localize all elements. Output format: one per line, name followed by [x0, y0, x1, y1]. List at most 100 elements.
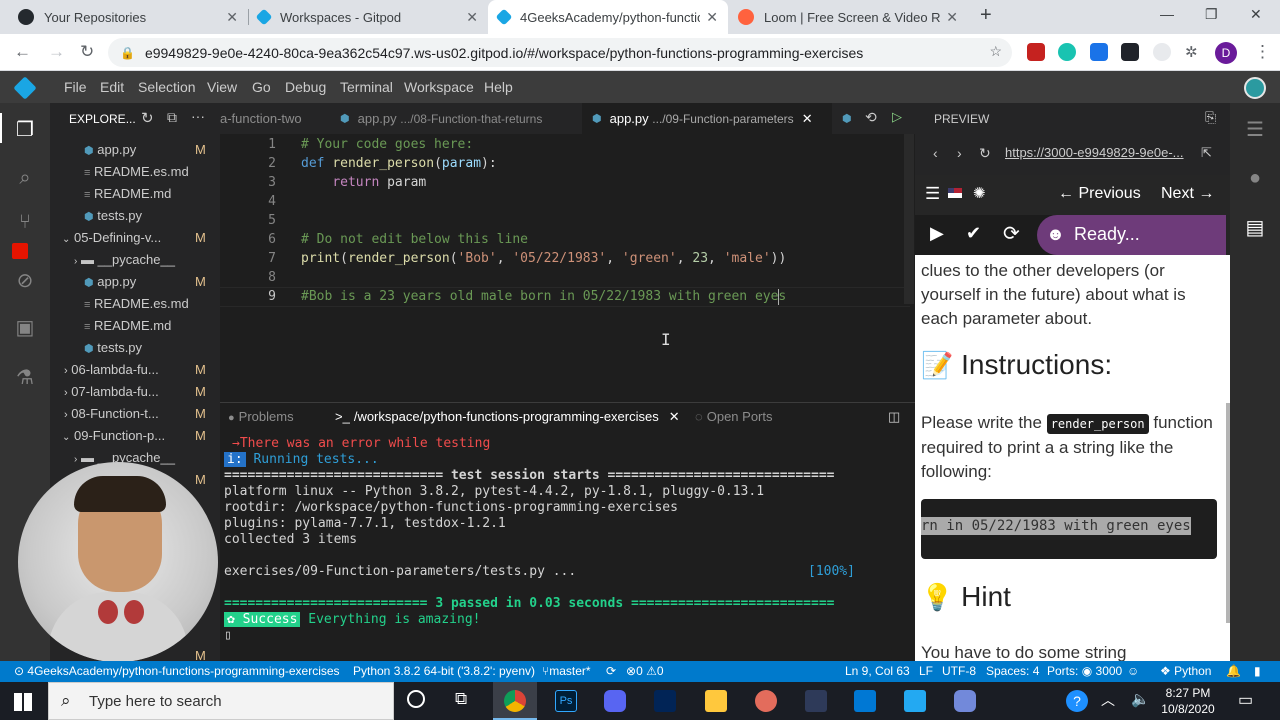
broadcast-icon[interactable]: ▮: [1254, 664, 1261, 678]
open-preview-icon[interactable]: ⎘: [1205, 109, 1216, 126]
python-interpreter-status[interactable]: Python 3.8.2 64-bit ('3.8.2': pyenv): [353, 664, 535, 678]
forward-icon[interactable]: →: [48, 42, 65, 62]
taskbar-search-box[interactable]: ⌕ Type here to search: [48, 682, 394, 720]
minimize-button[interactable]: —: [1160, 6, 1174, 22]
browser-tab-loom[interactable]: Loom | Free Screen & Video Rec ✕: [728, 0, 968, 34]
record-icon[interactable]: [12, 243, 28, 259]
ublock-extension-icon[interactable]: [1027, 43, 1045, 61]
open-changes-icon[interactable]: ⟲: [865, 109, 877, 126]
menu-selection[interactable]: Selection: [138, 79, 196, 95]
menu-debug[interactable]: Debug: [285, 79, 326, 95]
more-actions-icon[interactable]: ···: [191, 108, 205, 124]
menu-terminal[interactable]: Terminal: [340, 79, 393, 95]
menu-go[interactable]: Go: [252, 79, 271, 95]
language-status[interactable]: ❖ Python: [1160, 664, 1211, 678]
panel-tab-terminal[interactable]: >_/workspace/python-functions-programmin…: [335, 409, 680, 425]
collapse-all-icon[interactable]: ⧉: [167, 109, 177, 126]
play-icon[interactable]: ▶: [930, 223, 944, 244]
user-avatar[interactable]: [1244, 77, 1266, 99]
editor-tab[interactable]: ⬢: [836, 103, 860, 134]
address-bar[interactable]: 🔒 e9949829-9e0e-4240-80ca-9ea362c54c97.w…: [108, 38, 1012, 67]
check-icon[interactable]: ✔: [966, 223, 981, 244]
eol-status[interactable]: LF: [919, 664, 933, 678]
chrome-menu-icon[interactable]: ⋮: [1254, 42, 1271, 62]
reset-icon[interactable]: ⟳: [1003, 221, 1020, 246]
tree-item[interactable]: ≡ README.es.md: [84, 296, 189, 311]
repo-status[interactable]: ⊙ 4GeeksAcademy/python-functions-program…: [14, 664, 340, 678]
vscode-icon[interactable]: [904, 690, 926, 712]
preview-back-icon[interactable]: ‹: [933, 145, 938, 161]
task-view-icon[interactable]: ⧉: [455, 689, 467, 709]
file-explorer-icon[interactable]: [705, 690, 727, 712]
tree-folder[interactable]: ⌄ 09-Function-p...: [62, 428, 165, 443]
tree-folder[interactable]: › 06-lambda-fu...: [64, 362, 159, 377]
menu-view[interactable]: View: [207, 79, 237, 95]
back-icon[interactable]: ←: [14, 42, 31, 62]
react-devtools-icon[interactable]: [1121, 43, 1139, 61]
source-control-icon[interactable]: ⑂: [13, 211, 37, 235]
bug-icon[interactable]: ✺: [973, 184, 986, 202]
new-tab-button[interactable]: +: [980, 4, 992, 27]
close-tab-icon[interactable]: ✕: [466, 9, 478, 26]
star-icon[interactable]: ☆: [989, 43, 1002, 60]
tree-item[interactable]: ≡ README.md: [84, 186, 171, 201]
volume-icon[interactable]: 🔈: [1131, 690, 1150, 708]
preview-panel-icon[interactable]: ▤: [1243, 215, 1267, 239]
test-flask-icon[interactable]: ⚗: [13, 365, 37, 389]
close-tab-icon[interactable]: ✕: [946, 9, 958, 26]
app-icon[interactable]: [755, 690, 777, 712]
editor-tab[interactable]: ⬢ app.py .../08-Function-that-returns: [330, 103, 580, 134]
tree-item[interactable]: ⬢ app.py: [84, 142, 136, 157]
sync-icon[interactable]: ⟳: [606, 664, 616, 678]
mendeley-extension-icon[interactable]: [1058, 43, 1076, 61]
restore-button[interactable]: ❐: [1205, 6, 1218, 23]
indentation-status[interactable]: Spaces: 4: [986, 664, 1039, 678]
browser-tab-workspaces[interactable]: Workspaces - Gitpod ✕: [248, 0, 488, 34]
tree-item[interactable]: ≡ README.es.md: [84, 164, 189, 179]
ports-status[interactable]: Ports: ◉ 3000: [1047, 664, 1122, 678]
menu-file[interactable]: File: [64, 79, 87, 95]
app-icon[interactable]: [805, 690, 827, 712]
github-icon[interactable]: ●: [1243, 167, 1267, 191]
close-window-button[interactable]: ✕: [1250, 6, 1262, 23]
maximize-panel-icon[interactable]: ◫: [888, 409, 900, 425]
external-link-icon[interactable]: ⇱: [1201, 145, 1212, 161]
preview-url[interactable]: https://3000-e9949829-9e0e-...: [1001, 143, 1191, 165]
notification-center-icon[interactable]: ▭: [1238, 690, 1253, 710]
editor-scrollbar[interactable]: [904, 134, 914, 304]
tree-item[interactable]: ⬢ tests.py: [84, 340, 142, 355]
files-icon[interactable]: ❐: [13, 117, 37, 141]
cortana-icon[interactable]: [407, 690, 425, 708]
tree-item[interactable]: ⬢ app.py: [84, 274, 136, 289]
clock[interactable]: 8:27 PM 10/8/2020: [1160, 685, 1216, 717]
cursor-position[interactable]: Ln 9, Col 63: [845, 664, 910, 678]
flag-us-icon[interactable]: [948, 188, 962, 198]
search-icon[interactable]: ⌕: [13, 167, 37, 191]
panel-tab-problems[interactable]: ● Problems: [228, 409, 294, 424]
close-terminal-icon[interactable]: ✕: [669, 409, 680, 424]
terminal-prompt[interactable]: ▯: [224, 628, 232, 643]
extensions-icon[interactable]: ▣: [13, 315, 37, 339]
notifications-icon[interactable]: 🔔: [1226, 664, 1241, 678]
next-button[interactable]: Next →: [1161, 185, 1214, 203]
mail-icon[interactable]: [854, 690, 876, 712]
discord-icon[interactable]: [604, 690, 626, 712]
photoshop-icon[interactable]: Ps: [555, 690, 577, 712]
run-icon[interactable]: ▷: [892, 109, 902, 125]
menu-help[interactable]: Help: [484, 79, 513, 95]
git-branch-status[interactable]: ⑂master*: [542, 664, 591, 678]
preview-reload-icon[interactable]: ↻: [979, 145, 991, 162]
reload-icon[interactable]: ↻: [80, 42, 94, 62]
tree-item[interactable]: ⬢ tests.py: [84, 208, 142, 223]
editor-tab[interactable]: a-function-two: [210, 103, 330, 134]
profile-avatar[interactable]: D: [1215, 42, 1237, 64]
encoding-status[interactable]: UTF-8: [942, 664, 976, 678]
menu-workspace[interactable]: Workspace: [404, 79, 474, 95]
tree-folder[interactable]: › 08-Function-t...: [64, 406, 159, 421]
close-tab-icon[interactable]: ✕: [706, 9, 718, 26]
extensions-puzzle-icon[interactable]: ✲: [1185, 43, 1203, 61]
close-tab-icon[interactable]: ✕: [802, 111, 813, 127]
code-editor[interactable]: 1 # Your code goes here: 2 def render_pe…: [220, 134, 915, 402]
debug-icon[interactable]: ⊘: [13, 268, 37, 292]
close-tab-icon[interactable]: ✕: [226, 9, 238, 26]
